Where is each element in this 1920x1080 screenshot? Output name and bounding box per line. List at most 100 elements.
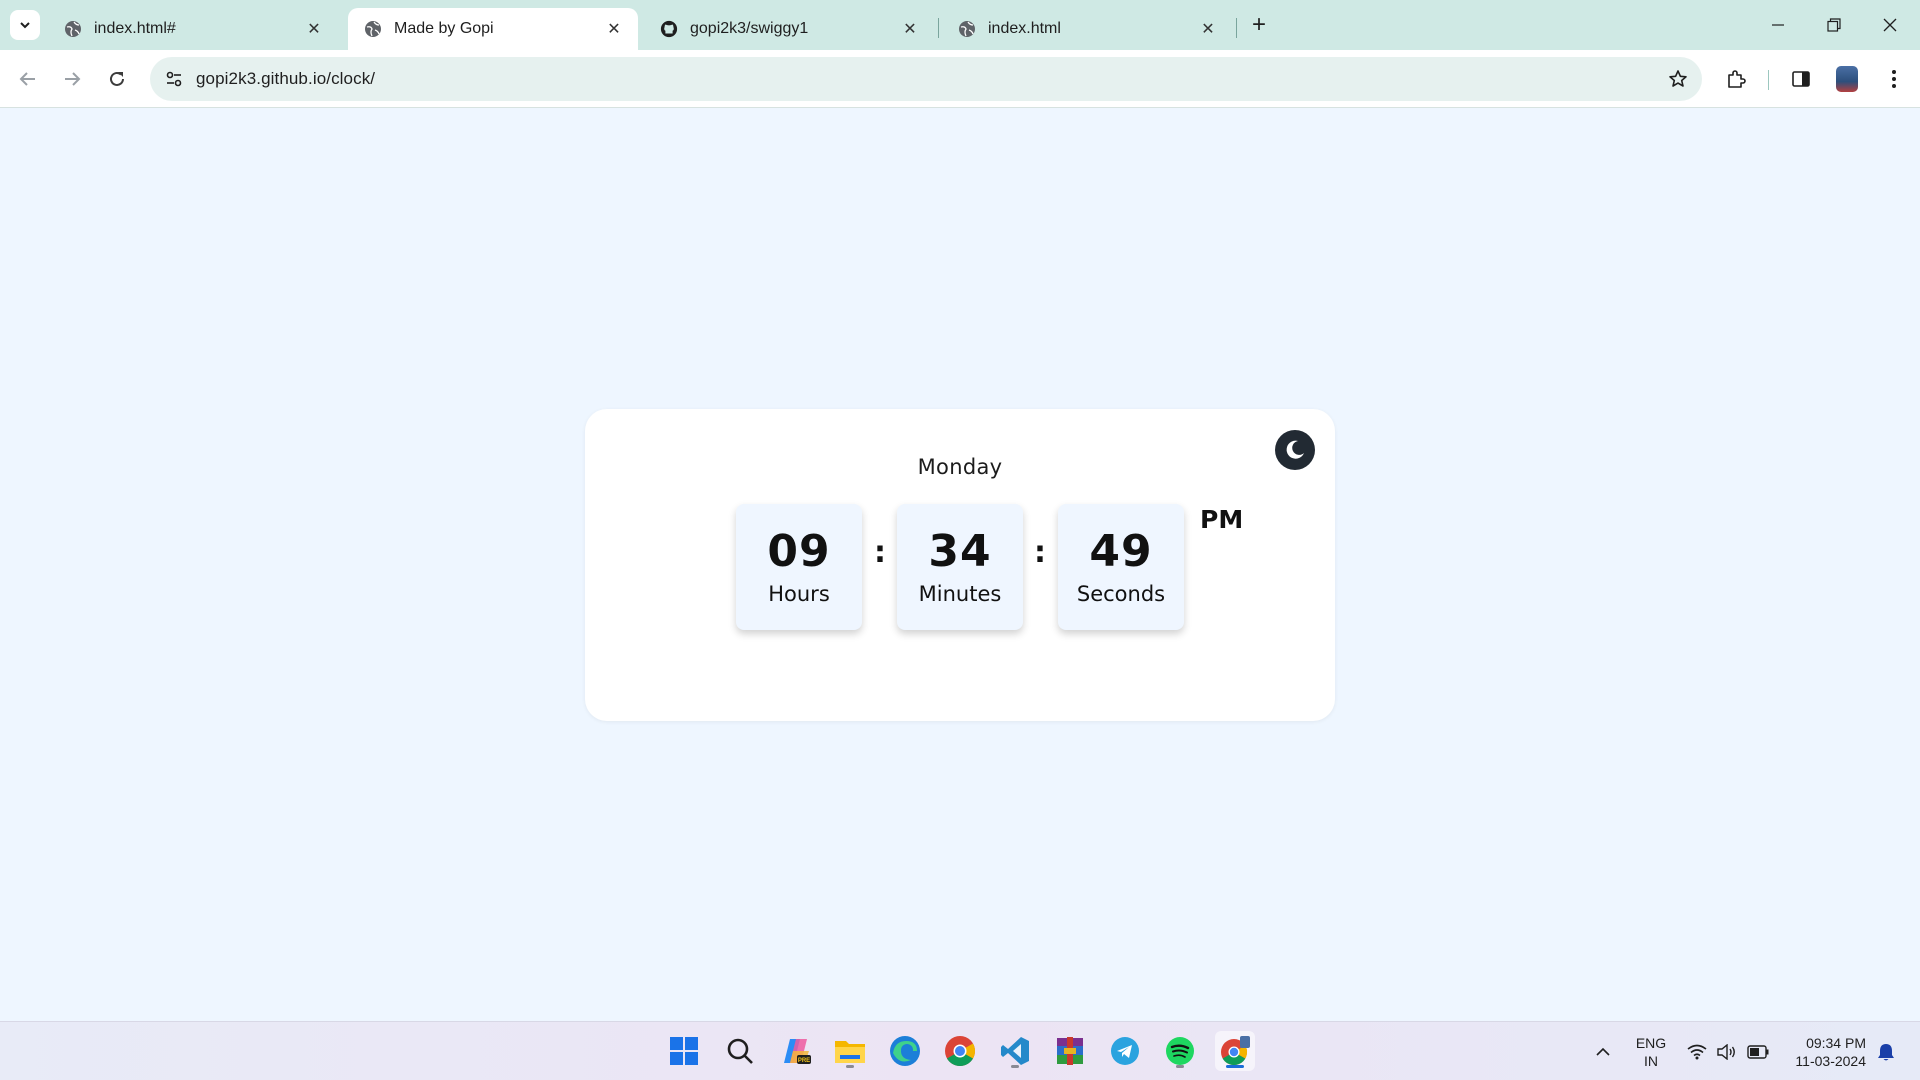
spotify-button[interactable] [1160, 1031, 1200, 1071]
search-icon [727, 1038, 753, 1064]
new-tab-button[interactable]: + [1244, 10, 1274, 40]
tab-title: gopi2k3/swiggy1 [690, 20, 809, 37]
close-window-button[interactable] [1862, 0, 1918, 50]
restore-icon [1827, 18, 1841, 32]
telegram-button[interactable] [1105, 1031, 1145, 1071]
running-indicator [1011, 1065, 1019, 1068]
tab-index-hash[interactable]: index.html# ✕ [48, 8, 338, 50]
system-clock[interactable]: 09:34 PM 11-03-2024 [1782, 1034, 1866, 1070]
close-icon[interactable]: ✕ [304, 19, 324, 39]
wifi-status[interactable] [1684, 1022, 1710, 1080]
time-separator: : [1034, 535, 1046, 570]
plus-icon: + [1251, 11, 1266, 38]
hours-value: 09 [767, 526, 831, 577]
toolbar-divider [1768, 70, 1769, 90]
notifications-button[interactable] [1872, 1022, 1900, 1080]
day-name: Monday [917, 455, 1003, 479]
close-icon [1883, 18, 1897, 32]
spotify-icon [1166, 1037, 1194, 1065]
folder-icon [835, 1041, 865, 1063]
url-text: gopi2k3.github.io/clock/ [196, 69, 376, 88]
tab-index-html[interactable]: index.html ✕ [942, 8, 1232, 50]
reload-button[interactable] [99, 61, 135, 97]
language-code: ENG [1635, 1035, 1667, 1051]
file-explorer-button[interactable] [830, 1031, 870, 1071]
hours-label: Hours [768, 582, 830, 606]
restore-button[interactable] [1806, 0, 1862, 50]
seconds-value: 49 [1089, 526, 1153, 577]
hours-box: 09 Hours [736, 504, 862, 630]
minutes-label: Minutes [918, 582, 1002, 606]
winrar-icon [1057, 1037, 1083, 1065]
minimize-icon [1772, 24, 1784, 26]
tab-title: index.html# [94, 20, 176, 37]
am-pm-indicator: PM [1200, 505, 1244, 534]
volume-status[interactable] [1714, 1022, 1740, 1080]
running-indicator [1176, 1065, 1184, 1068]
browser-tab-strip: index.html# ✕ Made by Gopi ✕ gopi2k3/swi… [0, 0, 1920, 50]
telegram-icon [1111, 1037, 1139, 1065]
start-icon [670, 1037, 698, 1065]
close-icon[interactable]: ✕ [900, 19, 920, 39]
seconds-box: 49 Seconds [1058, 504, 1184, 630]
site-info-icon[interactable] [162, 67, 186, 91]
browser-toolbar: gopi2k3.github.io/clock/ [0, 50, 1920, 108]
vscode-icon [1001, 1037, 1029, 1065]
input-language-indicator[interactable]: ENG IN [1630, 1034, 1672, 1070]
profile-button[interactable] [1829, 61, 1865, 97]
globe-icon [364, 20, 382, 38]
reload-icon [110, 71, 124, 86]
copilot-button[interactable]: PRE [777, 1031, 817, 1071]
svg-text:PRE: PRE [798, 1058, 810, 1064]
clock-card: Monday 09 Hours : 34 Minutes : 49 Second… [585, 409, 1335, 721]
tab-title: Made by Gopi [394, 20, 494, 37]
puzzle-icon [1728, 70, 1746, 88]
winrar-button[interactable] [1050, 1031, 1090, 1071]
wifi-icon [1687, 1044, 1707, 1059]
github-icon [660, 20, 678, 38]
extensions-button[interactable] [1718, 61, 1754, 97]
back-button[interactable] [10, 61, 46, 97]
vscode-button[interactable] [995, 1031, 1035, 1071]
chrome-profile-icon [1221, 1036, 1250, 1066]
close-icon[interactable]: ✕ [1198, 19, 1218, 39]
minutes-box: 34 Minutes [897, 504, 1023, 630]
tab-search-button[interactable] [10, 10, 40, 40]
edge-icon [890, 1036, 920, 1066]
time-separator: : [874, 535, 886, 570]
chevron-down-icon [20, 22, 30, 29]
system-time: 09:34 PM [1806, 1035, 1866, 1051]
close-icon[interactable]: ✕ [604, 19, 624, 39]
tab-made-by-gopi[interactable]: Made by Gopi ✕ [348, 8, 638, 50]
page-viewport: Monday 09 Hours : 34 Minutes : 49 Second… [0, 109, 1920, 1021]
search-button[interactable] [720, 1031, 760, 1071]
region-code: IN [1644, 1053, 1658, 1069]
more-vertical-icon [1892, 70, 1896, 88]
start-button[interactable] [664, 1031, 704, 1071]
tab-divider [938, 18, 939, 38]
tab-github-swiggy[interactable]: gopi2k3/swiggy1 ✕ [644, 8, 934, 50]
battery-icon [1747, 1044, 1769, 1059]
running-indicator [1226, 1065, 1244, 1068]
running-indicator [846, 1065, 854, 1068]
tab-divider [1236, 18, 1237, 38]
globe-icon [958, 20, 976, 38]
menu-button[interactable] [1876, 61, 1912, 97]
speaker-icon [1717, 1043, 1735, 1060]
chevron-up-icon [1596, 1047, 1610, 1056]
chrome-profile-button[interactable] [1215, 1031, 1255, 1071]
arrow-left-icon [19, 72, 35, 86]
battery-status[interactable] [1744, 1022, 1772, 1080]
system-date: 11-03-2024 [1795, 1053, 1866, 1069]
bell-icon [1878, 1043, 1894, 1060]
chrome-button[interactable] [940, 1031, 980, 1071]
bookmark-star-icon[interactable] [1666, 67, 1690, 91]
forward-button[interactable] [54, 61, 90, 97]
minimize-button[interactable] [1750, 0, 1806, 50]
side-panel-button[interactable] [1783, 61, 1819, 97]
edge-button[interactable] [885, 1031, 925, 1071]
seconds-label: Seconds [1076, 582, 1166, 606]
show-hidden-icons-button[interactable] [1590, 1022, 1616, 1080]
globe-icon [64, 20, 82, 38]
address-bar[interactable]: gopi2k3.github.io/clock/ [150, 57, 1702, 101]
